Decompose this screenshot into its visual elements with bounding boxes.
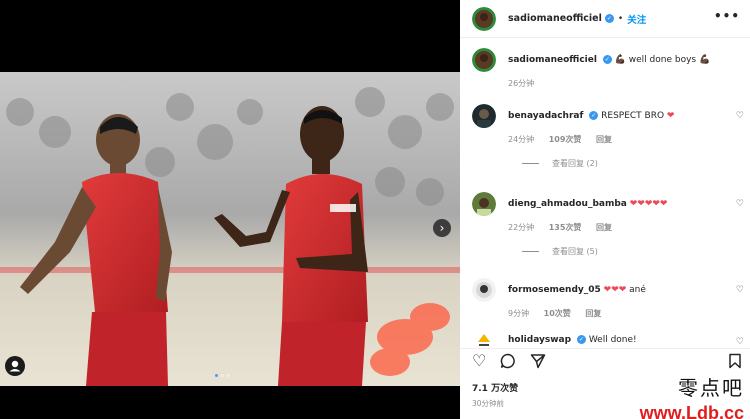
- comment-username[interactable]: holidayswap: [508, 335, 571, 345]
- site-watermark: 零点吧 www.Ldb.cc: [640, 372, 744, 419]
- comments-list: sadiomaneofficiel ✓ 💪🏿 well done boys 💪🏿…: [460, 48, 750, 352]
- tagged-users-button[interactable]: [5, 356, 25, 376]
- carousel-dot: [221, 374, 224, 377]
- verified-badge-icon: ✓: [576, 335, 586, 344]
- view-replies-label: 查看回复 (2): [552, 159, 598, 168]
- likes-count[interactable]: 7.1 万次赞: [472, 381, 518, 394]
- like-heart-icon[interactable]: ♡: [472, 353, 486, 369]
- view-replies-button[interactable]: 查看回复 (5): [522, 246, 750, 257]
- comment-time: 22分钟: [508, 223, 535, 232]
- comment-meta: 9分钟 10次赞 回复: [508, 308, 750, 319]
- comment-text: Well done!: [588, 335, 637, 345]
- avatar[interactable]: [472, 104, 496, 128]
- carousel-dot: [227, 374, 230, 377]
- verified-badge-icon: ✓: [602, 55, 612, 64]
- caption-username[interactable]: sadiomaneofficiel: [508, 55, 597, 65]
- caption-meta: 26分钟: [508, 78, 750, 89]
- watermark-url: www.Ldb.cc: [639, 403, 744, 419]
- more-options-icon[interactable]: •••: [714, 9, 740, 23]
- like-heart-icon[interactable]: ♡: [736, 285, 744, 295]
- reply-button[interactable]: 回复: [596, 223, 612, 232]
- comment: formosemendy_05 ❤❤❤ ané 9分钟 10次赞 回复 ♡: [460, 278, 750, 328]
- comment-username[interactable]: formosemendy_05: [508, 285, 601, 295]
- verified-badge-icon: ✓: [589, 111, 599, 120]
- instagram-post-viewer: › sadiomaneofficiel ✓ • 关注 ••• sadiomane…: [0, 0, 750, 419]
- comment: benayadachraf ✓ RESPECT BRO ❤ 24分钟 109次赞…: [460, 104, 750, 181]
- next-image-button[interactable]: ›: [433, 219, 451, 237]
- flexed-biceps-emoji: 💪🏿: [614, 55, 626, 65]
- comment-text: RESPECT BRO: [601, 111, 665, 121]
- like-heart-icon[interactable]: ♡: [736, 337, 744, 347]
- flexed-biceps-emoji: 💪🏿: [698, 55, 711, 65]
- comment-bubble-icon[interactable]: [500, 353, 516, 372]
- comment-username[interactable]: benayadachraf: [508, 111, 583, 121]
- caption: sadiomaneofficiel ✓ 💪🏿 well done boys 💪🏿…: [460, 48, 750, 96]
- media-pane: ›: [0, 0, 460, 419]
- reply-button[interactable]: 回复: [596, 135, 612, 144]
- heart-emoji: ❤❤❤❤❤: [629, 199, 668, 209]
- follow-button[interactable]: 关注: [627, 12, 646, 26]
- divider: [522, 251, 539, 252]
- view-replies-label: 查看回复 (5): [552, 247, 598, 256]
- post-details-panel: sadiomaneofficiel ✓ • 关注 ••• sadiomaneof…: [460, 0, 750, 419]
- comment: dieng_ahmadou_bamba ❤❤❤❤❤ 22分钟 135次赞 回复 …: [460, 192, 750, 269]
- share-send-icon[interactable]: [530, 353, 546, 372]
- post-photo[interactable]: [0, 72, 460, 386]
- like-heart-icon[interactable]: ♡: [736, 199, 744, 209]
- watermark-title: 零点吧: [678, 376, 744, 400]
- post-header: sadiomaneofficiel ✓ • 关注 •••: [460, 0, 750, 38]
- bookmark-save-icon[interactable]: [728, 353, 742, 372]
- caption-time: 26分钟: [508, 79, 535, 88]
- like-heart-icon[interactable]: ♡: [736, 111, 744, 121]
- comment-likes[interactable]: 109次赞: [549, 135, 582, 144]
- separator-dot: •: [617, 13, 624, 24]
- reply-button[interactable]: 回复: [585, 309, 601, 318]
- verified-badge-icon: ✓: [604, 14, 614, 23]
- caption-text: well done boys: [628, 55, 697, 65]
- heart-emoji: ❤: [666, 111, 675, 121]
- avatar[interactable]: [472, 48, 496, 72]
- comment-meta: 22分钟 135次赞 回复: [508, 222, 750, 233]
- divider: [522, 163, 539, 164]
- view-replies-button[interactable]: 查看回复 (2): [522, 158, 750, 169]
- user-tag-icon: [9, 360, 21, 372]
- comment-time: 24分钟: [508, 135, 535, 144]
- avatar[interactable]: [472, 192, 496, 216]
- comment-meta: 24分钟 109次赞 回复: [508, 134, 750, 145]
- heart-emoji: ❤❤❤: [603, 285, 627, 295]
- post-author-username[interactable]: sadiomaneofficiel: [508, 13, 602, 24]
- comment-text-suffix: ané: [629, 285, 646, 295]
- avatar[interactable]: [472, 6, 496, 31]
- comment-likes[interactable]: 10次赞: [544, 309, 571, 318]
- comment-time: 9分钟: [508, 309, 530, 318]
- comment-likes[interactable]: 135次赞: [549, 223, 582, 232]
- avatar[interactable]: [472, 278, 496, 302]
- carousel-dots: [215, 374, 230, 377]
- post-timestamp: 30分钟前: [472, 399, 505, 408]
- comment-username[interactable]: dieng_ahmadou_bamba: [508, 199, 627, 209]
- action-bar: ♡: [460, 348, 750, 370]
- carousel-dot-active: [215, 374, 218, 377]
